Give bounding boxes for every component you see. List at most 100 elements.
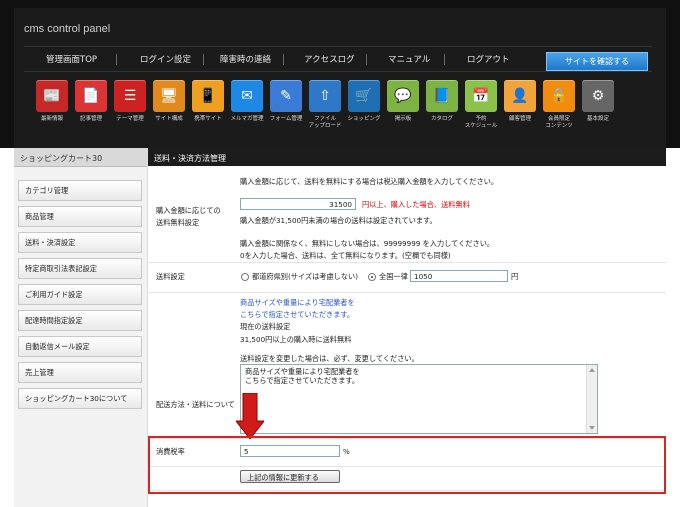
sidebar-item-shipping-payment[interactable]: 送料・決済設定: [18, 232, 142, 253]
delivery-blue-line2: こちらで指定させていただきます。: [240, 310, 355, 319]
toolbar-item-label: 携帯サイト: [194, 116, 222, 122]
sidebar-item-label: ご利用ガイド設定: [25, 290, 83, 299]
sidebar-item-category[interactable]: カテゴリ管理: [18, 180, 142, 201]
free-shipping-intro: 購入金額に応じて、送料を無料にする場合は税込購入金額を入力してください。: [240, 177, 499, 186]
toolbar-item[interactable]: 👤 顧客管理: [500, 80, 540, 123]
toolbar-item[interactable]: ✉ メルマガ管理: [227, 80, 267, 123]
free-shipping-amount-suffix: 円以上、購入した場合、送料無料: [362, 200, 470, 209]
toolbar-item[interactable]: 📄 記事管理: [71, 80, 111, 123]
sidebar-item-products[interactable]: 商品管理: [18, 206, 142, 227]
toolbar-item[interactable]: 🖥 サイト構成: [149, 80, 189, 123]
delivery-label: 配送方法・送料について: [156, 400, 235, 409]
change-note: 送料設定を変更した場合は、必ず、変更してください。: [240, 354, 419, 363]
sidebar-item-delivery-time[interactable]: 配達時間指定設定: [18, 310, 142, 331]
sidebar-item-guide[interactable]: ご利用ガイド設定: [18, 284, 142, 305]
shipping-setting-label: 送料設定: [156, 272, 185, 281]
toolbar-item[interactable]: 📅 予約 スケジュール: [461, 80, 501, 130]
toolbar-item[interactable]: 📘 カタログ: [422, 80, 462, 123]
toolbar-item-label: 最新情報: [40, 116, 63, 122]
mail-icon[interactable]: ✉: [231, 80, 263, 112]
gear-icon[interactable]: ⚙: [582, 80, 614, 112]
toolbar-item[interactable]: ⚙ 基本設定: [578, 80, 618, 123]
nav-failure-contact[interactable]: 障害時の連絡: [220, 53, 271, 65]
customer-icon[interactable]: 👤: [504, 80, 536, 112]
view-site-button[interactable]: サイトを確認する: [546, 52, 648, 71]
flat-rate-input[interactable]: 1050: [410, 270, 508, 282]
sidebar-item-label: 特定商取引法表記設定: [25, 264, 97, 273]
sidebar-item-label: 売上管理: [25, 368, 54, 377]
form-icon[interactable]: ✎: [270, 80, 302, 112]
sidebar-item-legal-notice[interactable]: 特定商取引法表記設定: [18, 258, 142, 279]
toolbar-item-label: 基本設定: [586, 116, 609, 122]
toolbar-item-label: ショッピング: [347, 116, 381, 122]
highlight-box: [148, 436, 666, 494]
list-icon[interactable]: ☰: [114, 80, 146, 112]
toolbar-item[interactable]: 🛒 ショッピング: [344, 80, 384, 123]
nav-divider: [444, 54, 445, 65]
nav-manual[interactable]: マニュアル: [388, 53, 430, 65]
free-shipping-label-line2: 送料無料設定: [156, 218, 200, 227]
nav-divider: [283, 54, 284, 65]
free-shipping-note1: 購入金額が31,500円未満の場合の送料は設定されています。: [240, 216, 437, 225]
toolbar-item-label: フォーム管理: [269, 116, 303, 122]
toolbar-item[interactable]: ☰ テーマ管理: [110, 80, 150, 123]
nav-logout[interactable]: ログアウト: [467, 53, 510, 65]
file-upload-icon[interactable]: ⇧: [309, 80, 341, 112]
sidebar-item-sales[interactable]: 売上管理: [18, 362, 142, 383]
page-header: 送料・決済方法管理: [148, 148, 666, 166]
free-shipping-row: 購入金額に応じての 送料無料設定 購入金額に応じて、送料を無料にする場合は税込購…: [148, 166, 666, 263]
monitor-icon[interactable]: 🖥: [153, 80, 185, 112]
radio-prefecture-label: 都道府県別(サイズは考慮しない): [252, 272, 359, 281]
lock-icon[interactable]: 🔒: [543, 80, 575, 112]
sidebar-item-label: ショッピングカート30について: [25, 394, 128, 403]
document-icon[interactable]: 📄: [75, 80, 107, 112]
nav-divider: [366, 54, 367, 65]
app-title: cms control panel: [24, 23, 111, 35]
news-icon[interactable]: 📰: [36, 80, 68, 112]
toolbar-item[interactable]: 📱 携帯サイト: [188, 80, 228, 123]
catalog-icon[interactable]: 📘: [426, 80, 458, 112]
sidebar-item-label: 配達時間指定設定: [25, 316, 83, 325]
sidebar-item-label: 商品管理: [25, 212, 54, 221]
down-arrow-icon: [236, 393, 264, 439]
toolbar-item[interactable]: ⇧ ファイル アップロード: [305, 80, 345, 130]
toolbar-item-label: ファイル アップロード: [308, 116, 342, 129]
icon-toolbar: 📰 最新情報 📄 記事管理 ☰ テーマ管理 🖥 サイト構成 📱 携帯サイト ✉ メルマガ管理 ✎ フォーム…: [32, 80, 632, 140]
radio-prefecture[interactable]: [241, 273, 249, 281]
textarea-scrollbar[interactable]: [586, 365, 597, 433]
nav-top[interactable]: 管理画面TOP: [46, 53, 97, 65]
sidebar-item-label: カテゴリ管理: [25, 186, 69, 195]
nav-divider: [203, 54, 204, 65]
delivery-description-textarea[interactable]: 商品サイズや重量により宅配業者を こちらで指定させていただきます。: [240, 364, 598, 434]
toolbar-item-label: カタログ: [430, 116, 453, 122]
toolbar-item-label: 顧客管理: [508, 116, 531, 122]
bbs-icon[interactable]: 💬: [387, 80, 419, 112]
toolbar-item[interactable]: 🔒 会員限定 コンテンツ: [539, 80, 579, 130]
scroll-down-icon[interactable]: [589, 426, 595, 430]
radio-flat-rate[interactable]: [368, 273, 376, 281]
top-header: cms control panel 管理画面TOP ログイン設定 障害時の連絡 …: [0, 0, 680, 148]
sidebar: ショッピングカート30 カテゴリ管理 商品管理 送料・決済設定 特定商取引法表記…: [14, 148, 148, 507]
toolbar-item-label: メルマガ管理: [230, 116, 264, 122]
toolbar-item-label: テーマ管理: [116, 116, 144, 122]
shipping-setting-row: 送料設定 都道府県別(サイズは考慮しない) 全国一律 1050 円: [148, 262, 666, 293]
nav-access-log[interactable]: アクセスログ: [304, 53, 355, 65]
sidebar-item-auto-reply[interactable]: 自動返信メール設定: [18, 336, 142, 357]
toolbar-item-label: 会員限定 コンテンツ: [545, 116, 573, 129]
calendar-icon[interactable]: 📅: [465, 80, 497, 112]
nav-login-settings[interactable]: ログイン設定: [140, 53, 191, 65]
toolbar-item-label: 掲示板: [394, 116, 412, 122]
page-title: 送料・決済方法管理: [154, 154, 226, 163]
scroll-up-icon[interactable]: [589, 368, 595, 372]
sidebar-item-about[interactable]: ショッピングカート30について: [18, 388, 142, 409]
sidebar-item-label: 自動返信メール設定: [25, 342, 90, 351]
cart-icon[interactable]: 🛒: [348, 80, 380, 112]
free-shipping-amount-input[interactable]: 31500: [240, 198, 356, 210]
toolbar-item[interactable]: ✎ フォーム管理: [266, 80, 306, 123]
mobile-icon[interactable]: 📱: [192, 80, 224, 112]
free-shipping-label-line1: 購入金額に応じての: [156, 206, 221, 215]
current-shipping-label: 現在の送料設定: [240, 322, 291, 331]
toolbar-item-label: 記事管理: [79, 116, 102, 122]
toolbar-item[interactable]: 💬 掲示板: [383, 80, 423, 123]
toolbar-item[interactable]: 📰 最新情報: [32, 80, 72, 123]
